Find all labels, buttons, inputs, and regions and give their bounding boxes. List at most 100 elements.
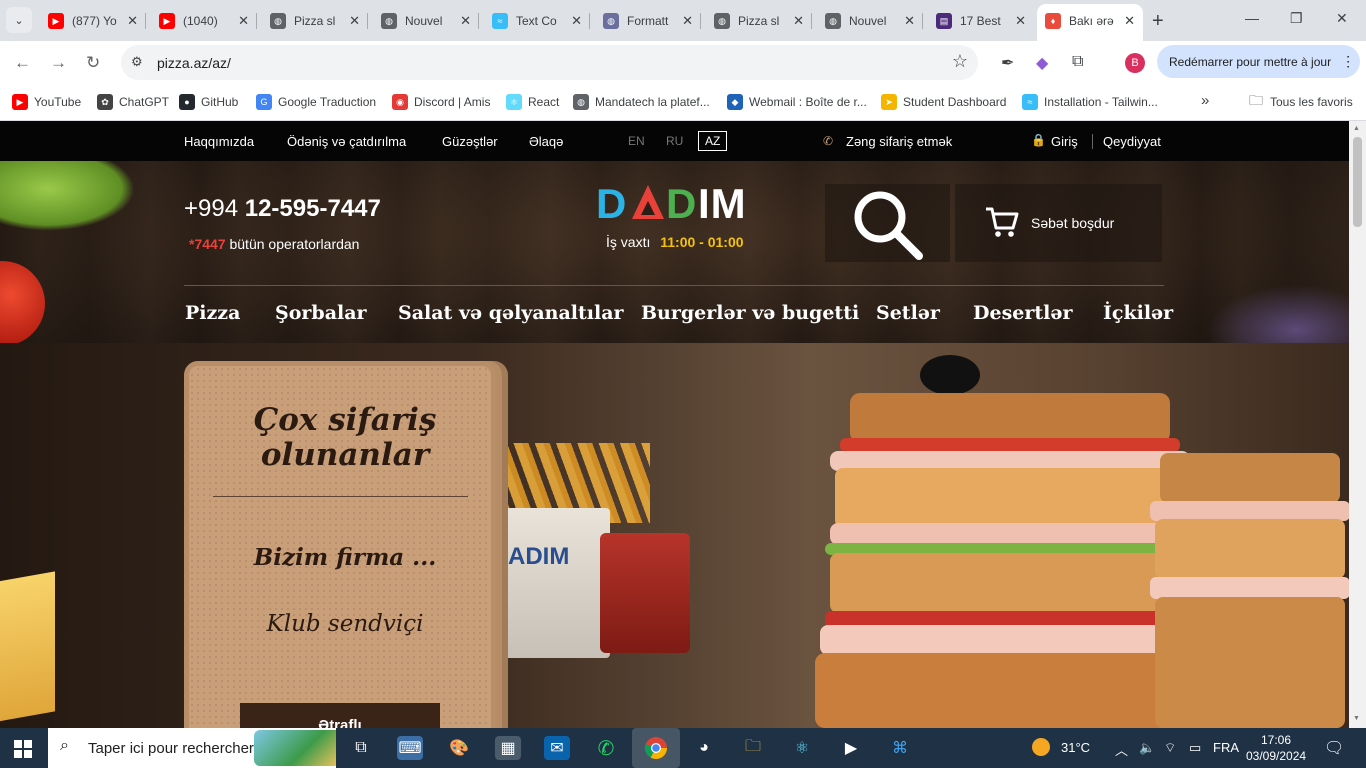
menu-desserts[interactable]: Desertlər [973,302,1072,324]
tab-close-icon[interactable]: ✕ [238,13,249,29]
input-language[interactable]: FRA [1213,740,1239,755]
scroll-up-icon[interactable]: ▲ [1353,125,1360,132]
address-bar[interactable]: ⚙ pizza.az/az/ ☆ [121,45,978,80]
profile-avatar[interactable]: B [1125,53,1145,73]
scrollbar-thumb[interactable] [1353,137,1362,227]
volume-icon[interactable]: 🔈 [1139,740,1155,756]
forward-icon[interactable]: → [50,53,67,73]
whatsapp-icon[interactable]: ✆ [593,736,619,760]
tab-close-icon[interactable]: ✕ [460,13,471,29]
bookmark-item[interactable]: ✿ ChatGPT [97,94,169,110]
cart-button[interactable]: Səbət boşdur [955,184,1162,262]
bookmarks-overflow-icon[interactable]: » [1201,92,1209,109]
menu-soups[interactable]: Şorbalar [275,302,367,324]
url-text[interactable]: pizza.az/az/ [157,55,231,71]
temperature[interactable]: 31°C [1061,740,1090,755]
weather-icon[interactable] [1032,738,1050,759]
browser-tab[interactable]: ♦ Bakı ərə ✕ [1037,4,1143,41]
relaunch-update-button[interactable]: Redémarrer pour mettre à jour ⋮ [1157,45,1360,78]
card-item-name[interactable]: Klub sendviçi [189,611,501,637]
bookmark-item[interactable]: ▶ YouTube [12,94,81,110]
phone-number[interactable]: +994 12-595-7447 [184,195,381,223]
scroll-down-icon[interactable]: ▼ [1353,715,1360,722]
bookmark-item[interactable]: ◉ Discord | Amis [392,94,490,110]
more-menu-icon[interactable]: ⋮ [1341,53,1355,70]
lang-az[interactable]: AZ [698,131,728,151]
bookmark-item[interactable]: ◆ Webmail : Boîte de r... [727,94,867,110]
file-explorer-icon[interactable]: 🗀 [740,736,766,760]
bookmark-item[interactable]: ≈ Installation - Tailwin... [1022,94,1158,110]
login-link[interactable]: Giriş [1051,134,1078,149]
outlook-icon[interactable]: ✉ [544,736,570,760]
tray-overflow-icon[interactable]: ︿ [1115,740,1128,759]
browser-tab[interactable]: ◍ Nouvel ✕ [373,8,479,34]
browser-tab[interactable]: ◍ Pizza sl ✕ [262,8,368,34]
bookmark-item[interactable]: ● GitHub [179,94,238,110]
menu-salads[interactable]: Salat və qəlyanaltılar [398,302,624,324]
tab-search-button[interactable]: ⌄ [6,7,32,33]
system-clock[interactable]: 17:06 03/09/2024 [1246,732,1306,764]
tab-close-icon[interactable]: ✕ [1015,13,1026,29]
network-icon[interactable]: ⌔ [1164,740,1176,756]
github-desktop-icon[interactable]: ◕ [691,736,717,760]
call-order-link[interactable]: Zəng sifariş etmək [846,134,952,149]
bookmark-item[interactable]: ⚛ React [506,94,559,110]
tab-close-icon[interactable]: ✕ [349,13,360,29]
bookmark-item[interactable]: ➤ Student Dashboard [881,94,1006,110]
nav-link-about[interactable]: Haqqımızda [184,134,254,149]
menu-drinks[interactable]: İçkilər [1103,302,1173,324]
register-link[interactable]: Qeydiyyat [1103,134,1161,149]
nav-link-contact[interactable]: Əlaqə [529,134,563,149]
menu-burgers[interactable]: Burgerlər və bugetti [641,302,859,324]
browser-tab[interactable]: ◍ Formatt ✕ [595,8,701,34]
chrome-icon[interactable] [632,728,680,768]
restore-icon[interactable]: ❐ [1290,10,1303,27]
browser-tab[interactable]: ◍ Pizza sl ✕ [706,8,812,34]
notifications-icon[interactable]: 🗨 [1324,738,1344,758]
media-player-icon[interactable]: ▶ [838,736,864,760]
task-view-icon[interactable]: ⧉ [348,736,374,760]
battery-icon[interactable]: ▭ [1189,740,1201,756]
paint-icon[interactable]: 🎨 [446,736,472,760]
bookmark-star-icon[interactable]: ☆ [952,51,968,72]
search-button[interactable] [825,184,950,262]
react-devtools-icon[interactable]: ⚛ [789,736,815,760]
eyedropper-extension-icon[interactable]: ✒ [1001,53,1014,73]
lang-ru[interactable]: RU [666,134,683,148]
new-tab-button[interactable]: + [1152,10,1164,33]
bookmark-item[interactable]: ◍ Mandatech la platef... [573,94,710,110]
page-scrollbar[interactable]: ▲ ▼ [1349,121,1366,728]
site-logo[interactable]: D D IM [596,180,756,235]
calculator-icon[interactable]: ▦ [495,736,521,760]
tab-close-icon[interactable]: ✕ [127,13,138,29]
tab-close-icon[interactable]: ✕ [793,13,804,29]
browser-tab[interactable]: ▶ (1040) ✕ [151,8,257,34]
taskbar-search-box[interactable]: ⌕ Taper ici pour rechercher [48,728,336,768]
windows-start-icon[interactable] [14,740,32,758]
lang-en[interactable]: EN [628,134,645,148]
tab-close-icon[interactable]: ✕ [1124,13,1135,29]
menu-sets[interactable]: Setlər [876,302,940,324]
extensions-puzzle-icon[interactable]: ⧉ [1072,53,1083,71]
app-keyboard-icon[interactable]: ⌨ [397,736,423,760]
minimize-icon[interactable]: — [1245,10,1259,26]
color-extension-icon[interactable]: ◆ [1036,53,1048,73]
close-window-icon[interactable]: ✕ [1336,10,1348,27]
browser-tab[interactable]: ▤ 17 Best ✕ [928,8,1034,34]
tab-close-icon[interactable]: ✕ [904,13,915,29]
vscode-icon[interactable]: ⌘ [887,736,913,760]
tab-close-icon[interactable]: ✕ [682,13,693,29]
all-bookmarks-button[interactable]: 🗀 Tous les favoris [1248,92,1353,110]
tab-close-icon[interactable]: ✕ [571,13,582,29]
menu-pizza[interactable]: Pizza [185,302,240,324]
browser-tab[interactable]: ◍ Nouvel ✕ [817,8,923,34]
site-info-icon[interactable]: ⚙ [131,54,143,70]
reload-icon[interactable]: ↻ [86,53,100,73]
back-icon[interactable]: ← [14,53,31,73]
browser-tab[interactable]: ≈ Text Co ✕ [484,8,590,34]
bookmark-item[interactable]: G Google Traduction [256,94,376,110]
details-button[interactable]: Ətraflı [240,703,440,728]
browser-tab[interactable]: ▶ (877) Yo ✕ [40,8,146,34]
nav-link-discounts[interactable]: Güzəştlər [442,134,498,149]
nav-link-payment-delivery[interactable]: Ödəniş və çatdırılma [287,134,406,149]
